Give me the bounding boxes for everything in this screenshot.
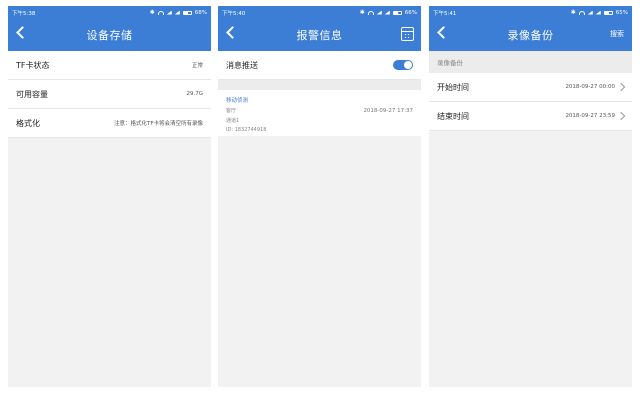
status-bar: 下午5:38 ✱ 68% xyxy=(8,6,211,19)
page-title: 录像备份 xyxy=(507,29,554,42)
wifi-icon xyxy=(157,10,164,15)
signal-icon xyxy=(595,10,601,15)
back-arrow-icon[interactable] xyxy=(437,26,450,39)
row-push-notification: 消息推送 xyxy=(218,51,421,80)
battery-level: 66% xyxy=(404,9,417,16)
wifi-icon xyxy=(367,10,374,15)
title-bar: 设备存储 xyxy=(8,19,211,51)
bluetooth-icon: ✱ xyxy=(149,8,155,16)
page-title: 设备存储 xyxy=(86,29,133,42)
section-header: 录像备份 xyxy=(429,51,632,73)
status-time: 下午5:41 xyxy=(433,10,457,17)
title-bar: 报警信息 xyxy=(218,19,421,51)
status-icons: ✱ 68% xyxy=(149,8,207,16)
divider xyxy=(218,80,421,90)
row-value: 2018-09-27 23:59 xyxy=(565,113,615,119)
back-arrow-icon[interactable] xyxy=(226,26,239,39)
screen-recording-backup: 下午5:41 ✱ 65% 录像备份 搜索 录像备份 开始时间 2018-09-2… xyxy=(429,6,632,387)
row-format[interactable]: 格式化 注意：格式化TF卡将会清空所有录像 xyxy=(8,109,211,138)
status-bar: 下午5:41 ✱ 65% xyxy=(429,6,632,19)
signal-icon xyxy=(174,10,180,15)
row-value: 正常 xyxy=(191,63,203,69)
row-label: 结束时间 xyxy=(437,111,469,121)
signal-icon xyxy=(384,10,390,15)
battery-level: 68% xyxy=(194,9,207,16)
battery-level: 65% xyxy=(615,9,628,16)
back-arrow-icon[interactable] xyxy=(16,26,29,39)
push-toggle-switch[interactable] xyxy=(393,60,413,70)
row-label: 格式化 xyxy=(16,118,40,128)
chevron-right-icon xyxy=(616,111,626,121)
status-time: 下午5:38 xyxy=(12,10,36,17)
wifi-icon xyxy=(578,10,585,15)
battery-icon xyxy=(603,10,613,15)
row-value: 2018-09-27 00:00 xyxy=(565,84,615,90)
screen-device-storage: 下午5:38 ✱ 68% 设备存储 TF卡状态 正常 可用容量 29.7G 格式… xyxy=(8,6,211,387)
signal-icon xyxy=(376,10,382,15)
status-icons: ✱ 65% xyxy=(570,8,628,16)
format-warning: 注意：格式化TF卡将会清空所有录像 xyxy=(113,121,203,127)
alarm-device-id: ID: 1832744918 xyxy=(226,127,267,133)
row-value: 29.7G xyxy=(186,91,203,97)
screen-alarm-info: 下午5:40 ✱ 66% 报警信息 消息推送 移动侦测 客厅 通道1 ID: 1… xyxy=(218,6,421,387)
signal-icon xyxy=(166,10,172,15)
row-start-time[interactable]: 开始时间 2018-09-27 00:00 xyxy=(429,73,632,102)
row-label: 开始时间 xyxy=(437,82,469,92)
alarm-list-item[interactable]: 移动侦测 客厅 通道1 ID: 1832744918 2018-09-27 17… xyxy=(218,90,421,136)
status-icons: ✱ 66% xyxy=(359,8,417,16)
row-end-time[interactable]: 结束时间 2018-09-27 23:59 xyxy=(429,102,632,131)
alarm-type: 移动侦测 xyxy=(226,98,249,104)
calendar-icon[interactable] xyxy=(401,27,414,41)
battery-icon xyxy=(182,10,192,15)
title-bar: 录像备份 搜索 xyxy=(429,19,632,51)
alarm-channel: 通道1 xyxy=(226,118,240,124)
row-label: 消息推送 xyxy=(226,60,258,70)
battery-icon xyxy=(392,10,402,15)
signal-icon xyxy=(587,10,593,15)
chevron-right-icon xyxy=(616,82,626,92)
row-label: 可用容量 xyxy=(16,89,48,99)
bluetooth-icon: ✱ xyxy=(359,8,365,16)
search-button[interactable]: 搜索 xyxy=(610,29,624,39)
alarm-time: 2018-09-27 17:37 xyxy=(363,108,413,114)
row-label: TF卡状态 xyxy=(16,60,50,70)
page-title: 报警信息 xyxy=(296,29,343,42)
bluetooth-icon: ✱ xyxy=(570,8,576,16)
status-bar: 下午5:40 ✱ 66% xyxy=(218,6,421,19)
row-available-capacity: 可用容量 29.7G xyxy=(8,80,211,109)
row-tf-card-status: TF卡状态 正常 xyxy=(8,51,211,80)
status-time: 下午5:40 xyxy=(222,10,246,17)
